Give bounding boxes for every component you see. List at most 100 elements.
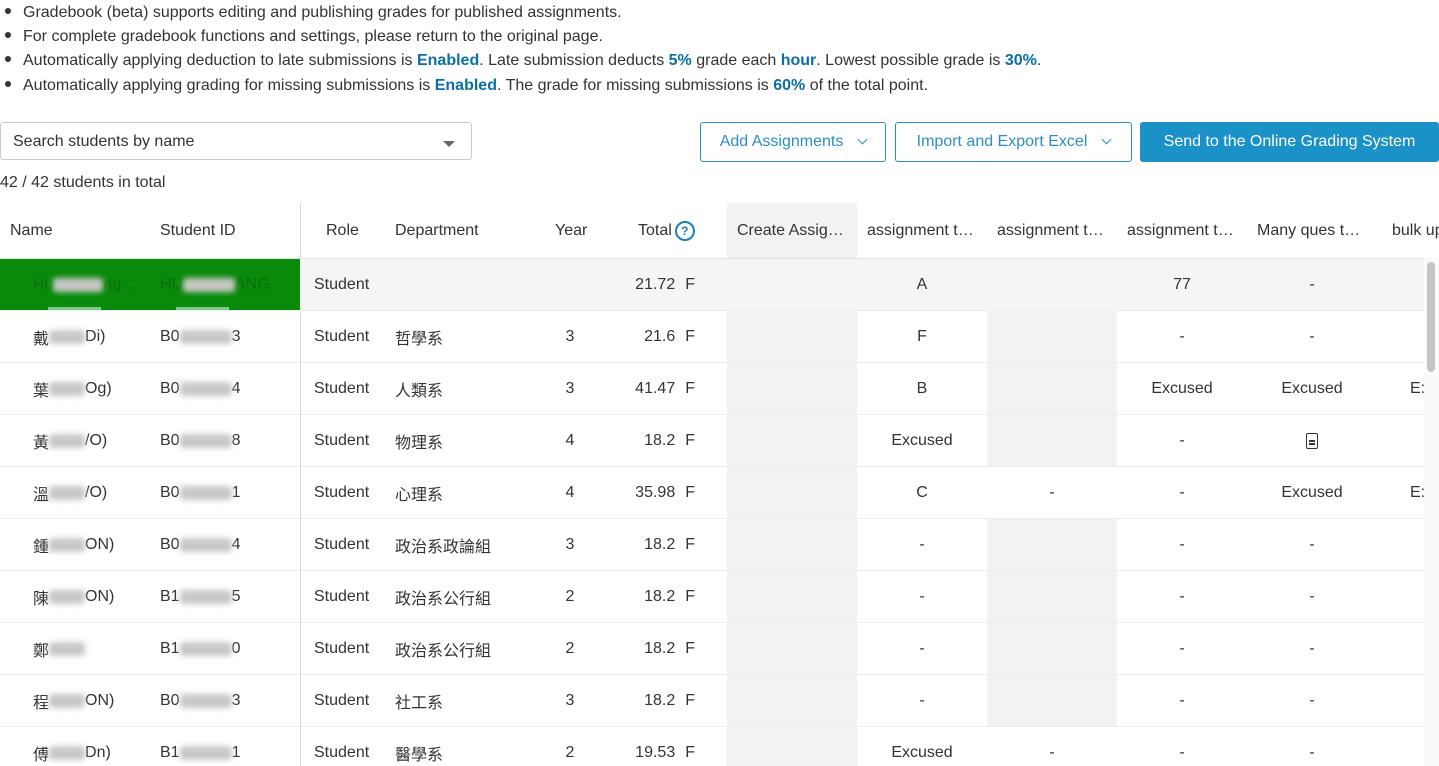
assignment-grade: - <box>1049 744 1055 761</box>
assignment-cell[interactable] <box>987 415 1117 467</box>
assignment-cell[interactable]: - <box>1117 519 1247 571</box>
col-header-total[interactable]: Total ? <box>638 203 718 258</box>
col-header-department[interactable]: Department <box>395 203 525 258</box>
student-name[interactable]: 鄭 <box>33 623 153 675</box>
col-header-assignment-3[interactable]: assignment t… <box>997 203 1112 258</box>
assignment-cell[interactable] <box>727 571 857 623</box>
assignment-cell[interactable] <box>727 623 857 675</box>
col-header-student-id[interactable]: Student ID <box>160 203 290 258</box>
note-text: Automatically applying deduction to late… <box>23 52 417 69</box>
student-name[interactable]: 溫/O) <box>33 467 153 519</box>
department-cell: 政治系政論組 <box>395 519 535 571</box>
assignment-cell[interactable]: - <box>857 675 987 727</box>
table-row[interactable]: 溫/O) B0 1 Student 心理系 4 35.98 F C - - Excused E: <box>0 467 1439 519</box>
student-name[interactable]: 陳 ON) <box>33 571 153 623</box>
assignment-cell[interactable]: - <box>1117 571 1247 623</box>
year-cell: 3 <box>540 519 600 571</box>
assignment-cell[interactable]: - <box>1117 727 1247 766</box>
assignment-cell[interactable]: - <box>857 519 987 571</box>
col-header-assignment-6[interactable]: bulk up <box>1392 203 1439 258</box>
assignment-cell[interactable]: - <box>1247 519 1377 571</box>
assignment-cell[interactable] <box>1247 415 1377 467</box>
assignment-cell[interactable]: - <box>1247 311 1377 363</box>
student-name[interactable]: 鍾 ON) <box>33 519 153 571</box>
table-row[interactable]: 傅 Dn) B1 1 Student 醫學系 2 19.53 F Excused - - - <box>0 727 1439 766</box>
student-name[interactable]: 戴 Di) <box>33 311 153 363</box>
document-icon[interactable] <box>1306 433 1318 449</box>
col-header-assignment-1[interactable]: Create Assig… <box>737 203 852 258</box>
assignment-cell[interactable]: B <box>857 363 987 415</box>
assignment-cell[interactable] <box>727 415 857 467</box>
col-header-year[interactable]: Year <box>555 203 595 258</box>
assignment-cell[interactable] <box>987 519 1117 571</box>
table-row[interactable]: 鍾 ON) B0 4 Student 政治系政論組 3 18.2 F - - - <box>0 519 1439 571</box>
assignment-cell[interactable]: - <box>987 727 1117 766</box>
caret-down-icon[interactable] <box>443 141 455 147</box>
assignment-cell[interactable] <box>727 259 857 311</box>
assignment-cell[interactable] <box>987 363 1117 415</box>
student-search-select[interactable]: Search students by name <box>0 122 472 160</box>
note-emphasis: hour <box>780 52 817 69</box>
id-suffix: 1 <box>231 484 241 501</box>
assignment-cell[interactable]: - <box>1247 259 1377 311</box>
assignment-cell[interactable] <box>727 363 857 415</box>
col-header-role[interactable]: Role <box>326 203 386 258</box>
assignment-cell[interactable]: - <box>857 571 987 623</box>
student-name[interactable]: Hu ng… <box>33 259 153 311</box>
table-row[interactable]: 程 ON) B0 3 Student 社工系 3 18.2 F - - - <box>0 675 1439 727</box>
assignment-cell[interactable]: C <box>857 467 987 519</box>
assignment-cell[interactable] <box>987 675 1117 727</box>
assignment-cell[interactable]: - <box>1117 415 1247 467</box>
table-row[interactable]: 葉 Og) B0 4 Student 人類系 3 41.47 F B Excused Excused E… <box>0 363 1439 415</box>
table-row[interactable]: 黃/O) B0 8 Student 物理系 4 18.2 F Excused - <box>0 415 1439 467</box>
assignment-cell[interactable]: - <box>1247 727 1377 766</box>
assignment-cell[interactable]: - <box>1117 675 1247 727</box>
assignment-cell[interactable]: - <box>1247 571 1377 623</box>
assignment-cell[interactable]: Excused <box>857 415 987 467</box>
table-row[interactable]: 陳 ON) B1 5 Student 政治系公行組 2 18.2 F - - - <box>0 571 1439 623</box>
assignment-cell[interactable]: - <box>857 623 987 675</box>
student-name[interactable]: 傅 Dn) <box>33 727 153 766</box>
table-row[interactable]: 鄭 B1 0 Student 政治系公行組 2 18.2 F - - - <box>0 623 1439 675</box>
assignment-cell[interactable] <box>987 311 1117 363</box>
import-export-button[interactable]: Import and Export Excel <box>895 122 1132 162</box>
assignment-grade: - <box>1179 536 1185 553</box>
student-name[interactable]: 程 ON) <box>33 675 153 727</box>
note-text: . <box>1036 52 1042 69</box>
assignment-cell[interactable]: Excused <box>1117 363 1247 415</box>
student-name[interactable]: 葉 Og) <box>33 363 153 415</box>
total-letter: F <box>685 640 695 657</box>
assignment-cell[interactable]: A <box>857 259 987 311</box>
assignment-cell[interactable] <box>987 623 1117 675</box>
col-header-name[interactable]: Name <box>10 203 150 258</box>
assignment-cell[interactable] <box>987 571 1117 623</box>
table-row[interactable]: Hu ng… HU ANG Student 21.72 F A 77 - <box>0 259 1439 311</box>
add-assignments-button[interactable]: Add Assignments <box>700 122 886 162</box>
assignment-cell[interactable]: - <box>1247 623 1377 675</box>
assignment-cell[interactable]: - <box>1117 311 1247 363</box>
assignment-cell[interactable]: - <box>1117 623 1247 675</box>
assignment-cell[interactable]: Excused <box>857 727 987 766</box>
scrollbar-thumb[interactable] <box>1427 262 1435 372</box>
col-header-assignment-5[interactable]: Many ques t… <box>1257 203 1372 258</box>
assignment-cell[interactable]: - <box>987 467 1117 519</box>
assignment-cell[interactable] <box>987 259 1117 311</box>
assignment-cell[interactable] <box>727 311 857 363</box>
assignment-cell[interactable] <box>727 519 857 571</box>
col-header-assignment-4[interactable]: assignment t… <box>1127 203 1242 258</box>
assignment-cell[interactable]: - <box>1117 467 1247 519</box>
assignment-cell[interactable] <box>727 675 857 727</box>
col-header-assignment-2[interactable]: assignment t… <box>867 203 982 258</box>
assignment-cell[interactable]: F <box>857 311 987 363</box>
assignment-cell[interactable]: - <box>1247 675 1377 727</box>
assignment-cell[interactable]: 77 <box>1117 259 1247 311</box>
assignment-cell[interactable]: Excused <box>1247 363 1377 415</box>
student-name[interactable]: 黃/O) <box>33 415 153 467</box>
help-icon[interactable]: ? <box>674 220 695 241</box>
assignment-cell[interactable] <box>727 467 857 519</box>
role-value: Student <box>314 588 370 605</box>
send-grading-button[interactable]: Send to the Online Grading System <box>1140 122 1439 162</box>
assignment-cell[interactable]: Excused <box>1247 467 1377 519</box>
assignment-cell[interactable] <box>727 727 857 766</box>
table-row[interactable]: 戴 Di) B0 3 Student 哲學系 3 21.6 F F - - <box>0 311 1439 363</box>
